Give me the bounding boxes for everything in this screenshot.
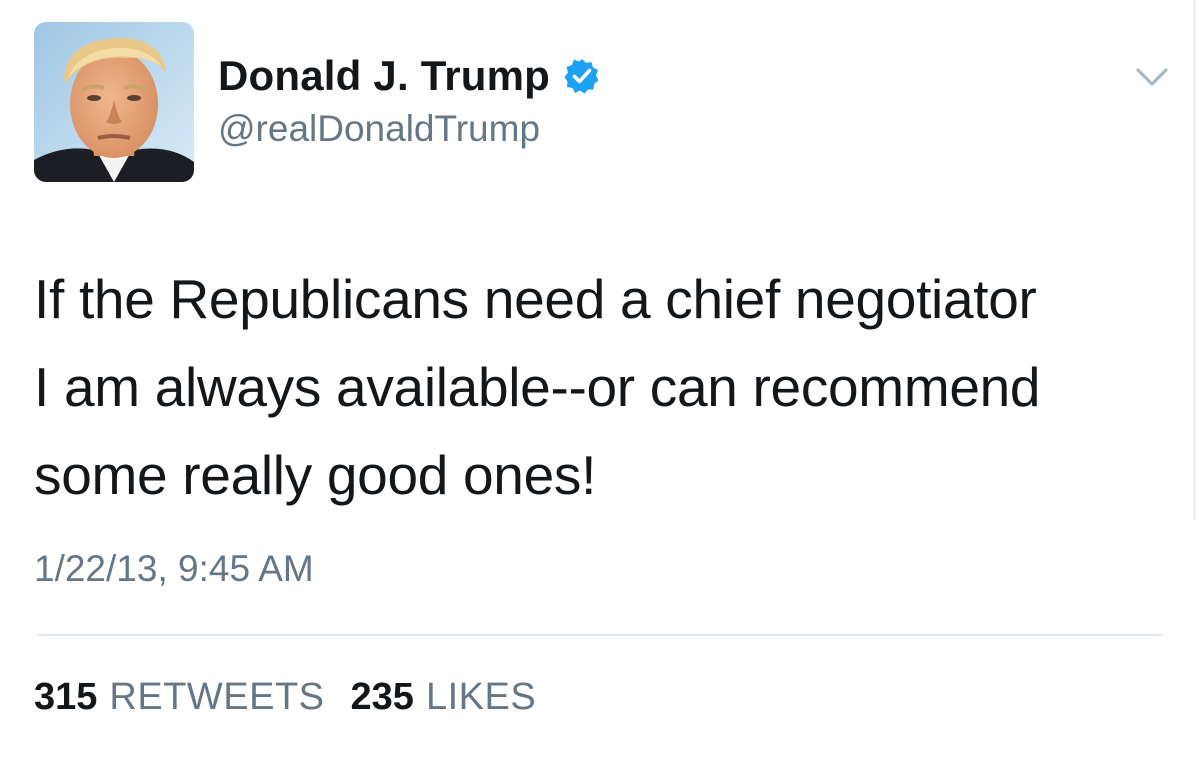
tweet-timestamp[interactable]: 1/22/13, 9:45 AM xyxy=(34,548,314,590)
tweet-text-line: I am always available--or can recommend xyxy=(34,356,1041,418)
author-handle[interactable]: @realDonaldTrump xyxy=(218,108,540,150)
tweet-stats: 315 RETWEETS 235 LIKES xyxy=(34,676,536,719)
likes-count: 235 xyxy=(350,676,414,718)
avatar[interactable] xyxy=(34,22,194,182)
retweets-label: RETWEETS xyxy=(109,676,325,718)
tweet-text: If the Republicans need a chief negotiat… xyxy=(34,255,1174,519)
author-display-name[interactable]: Donald J. Trump xyxy=(218,52,550,100)
likes-stat[interactable]: 235 LIKES xyxy=(351,676,537,719)
likes-label: LIKES xyxy=(425,676,537,718)
scrollbar-edge xyxy=(1193,0,1196,520)
retweets-stat[interactable]: 315 RETWEETS xyxy=(34,676,325,719)
author-name-row[interactable]: Donald J. Trump xyxy=(218,50,600,102)
retweets-count: 315 xyxy=(34,676,98,718)
profile-photo xyxy=(34,22,194,182)
divider xyxy=(38,634,1162,636)
tweet-text-line: some really good ones! xyxy=(34,444,597,506)
verified-badge-icon xyxy=(564,59,599,94)
chevron-down-icon[interactable] xyxy=(1134,64,1170,90)
tweet-card: Donald J. Trump @realDonaldTrump If the … xyxy=(0,0,1200,760)
tweet-text-line: If the Republicans need a chief negotiat… xyxy=(34,268,1037,330)
